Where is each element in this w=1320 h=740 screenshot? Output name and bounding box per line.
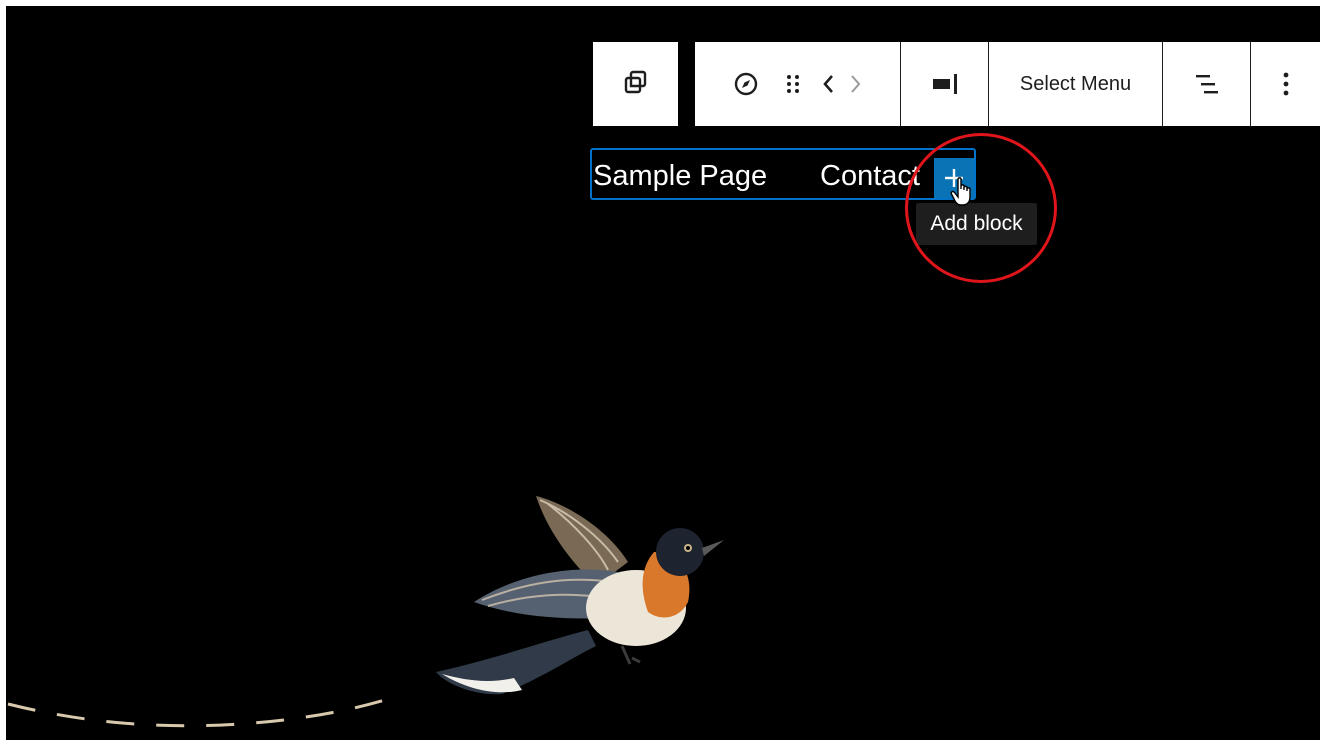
select-menu-label: Select Menu — [1019, 72, 1132, 95]
copy-stack-icon — [623, 69, 649, 100]
bird-illustration — [436, 496, 724, 695]
nav-item-contact[interactable]: Contact — [820, 158, 920, 194]
nav-item-sample-page[interactable]: Sample Page — [593, 158, 767, 194]
drag-handle-icon[interactable] — [785, 72, 801, 96]
chevron-right-icon[interactable] — [849, 73, 863, 95]
list-view-button[interactable] — [1163, 42, 1251, 126]
hand-pointer-icon — [950, 177, 974, 212]
select-parent-button[interactable] — [593, 42, 678, 126]
block-mover-group — [695, 42, 901, 126]
more-vertical-icon — [1281, 70, 1291, 98]
chevron-left-icon[interactable] — [821, 73, 835, 95]
justification-button[interactable] — [901, 42, 989, 126]
block-toolbar: Select Menu — [695, 42, 1320, 126]
list-view-icon — [1192, 71, 1222, 97]
options-button[interactable] — [1251, 42, 1320, 126]
select-menu-button[interactable]: Select Menu — [989, 42, 1163, 126]
dashed-flight-path — [7, 694, 399, 728]
highlight-circle — [905, 133, 1057, 283]
compass-icon[interactable] — [733, 71, 759, 97]
justify-right-icon — [930, 71, 960, 97]
